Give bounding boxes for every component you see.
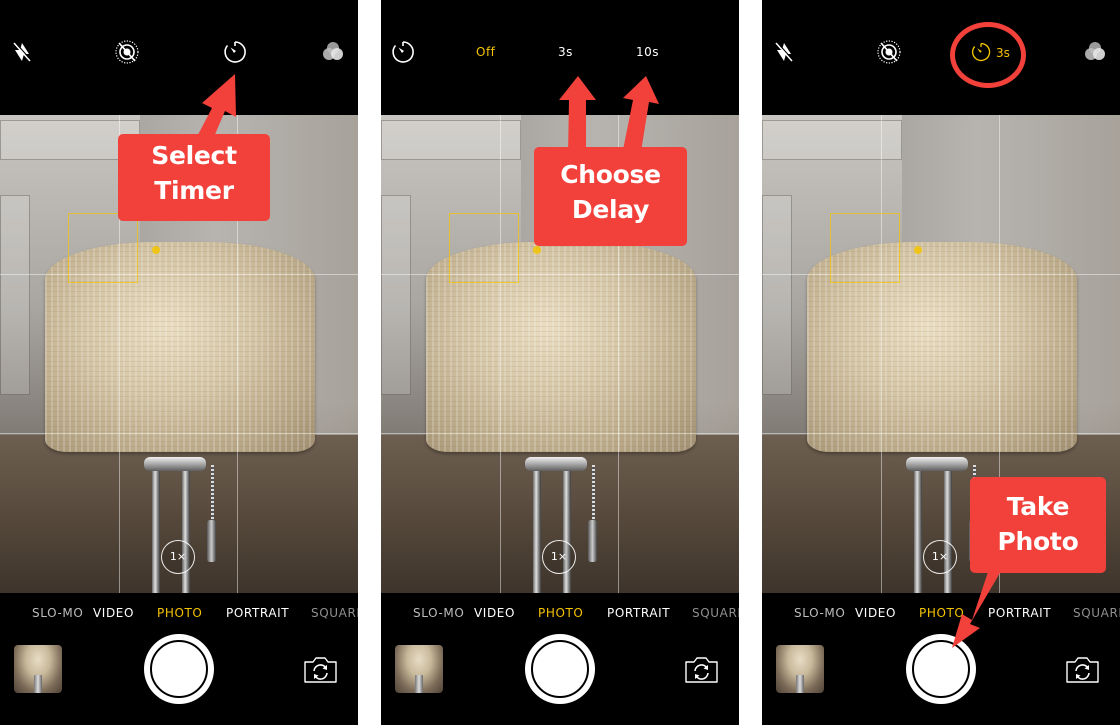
shutter-button[interactable] [144,634,214,704]
focus-box [830,213,900,283]
mode-selector: SLO-MO VIDEO PHOTO PORTRAIT SQUARE [381,600,739,626]
grid-line [381,274,739,275]
lamp-chain [592,465,595,521]
scene-board [762,195,792,395]
mode-photo[interactable]: PHOTO [919,606,964,620]
timer-option-3s[interactable]: 3s [558,45,573,59]
focus-box [449,213,519,283]
callout-line: Timer [154,176,234,205]
callout-take-photo: Take Photo [970,477,1106,573]
mode-square[interactable]: SQUARE [1073,606,1120,620]
filters-icon[interactable] [320,39,346,65]
mode-video[interactable]: VIDEO [474,606,515,620]
last-photo-thumbnail[interactable] [14,645,62,693]
flip-camera-icon[interactable] [302,655,339,685]
grid-line [0,274,358,275]
shutter-button[interactable] [906,634,976,704]
timer-option-off[interactable]: Off [476,45,495,59]
focus-box [68,213,138,283]
zoom-button[interactable]: 1× [542,540,576,574]
scene-board [381,195,411,395]
lamp-chain [211,465,214,521]
exposure-sun-icon[interactable] [533,246,541,254]
mode-photo[interactable]: PHOTO [538,606,583,620]
camera-top-bar: 3s [762,0,1120,115]
grid-line [500,115,501,593]
zoom-button[interactable]: 1× [923,540,957,574]
flash-off-icon[interactable] [771,39,797,65]
mode-portrait[interactable]: PORTRAIT [607,606,670,620]
grid-line [762,433,1120,434]
lamp-bracket [144,457,206,471]
grid-line [381,433,739,434]
mode-photo[interactable]: PHOTO [157,606,202,620]
callout-choose-delay: Choose Delay [534,147,687,246]
exposure-sun-icon[interactable] [152,246,160,254]
flash-off-icon[interactable] [9,39,35,65]
timer-option-10s[interactable]: 10s [636,45,659,59]
callout-line: Choose [560,160,661,189]
timer-icon[interactable] [222,39,248,65]
callout-line: Take [1006,492,1070,521]
grid-line [762,274,1120,275]
mode-slo-mo[interactable]: SLO-MO [794,606,845,620]
mode-square[interactable]: SQUARE [692,606,739,620]
zoom-button[interactable]: 1× [161,540,195,574]
camera-top-bar [0,0,358,115]
flip-camera-icon[interactable] [1064,655,1101,685]
scene-board [0,195,30,395]
mode-slo-mo[interactable]: SLO-MO [32,606,83,620]
lamp-pull [588,520,597,562]
grid-line [0,433,358,434]
callout-line: Delay [571,195,650,224]
callout-line: Select [151,141,237,170]
camera-top-bar: Off 3s 10s [381,0,739,115]
lamp-bracket [525,457,587,471]
live-photo-off-icon[interactable] [114,39,140,65]
mode-portrait[interactable]: PORTRAIT [226,606,289,620]
last-photo-thumbnail[interactable] [776,645,824,693]
grid-line [881,115,882,593]
timer-icon[interactable] [390,39,416,65]
mode-video[interactable]: VIDEO [855,606,896,620]
live-photo-off-icon[interactable] [876,39,902,65]
mode-portrait[interactable]: PORTRAIT [988,606,1051,620]
callout-select-timer: Select Timer [118,134,270,221]
mode-slo-mo[interactable]: SLO-MO [413,606,464,620]
lamp-pole [533,460,541,593]
panel-choose-delay: Off 3s 10s 1× SLO-MO VIDEO PHOTO PORTRAI… [381,0,739,725]
mode-selector: SLO-MO VIDEO PHOTO PORTRAIT SQUARE [762,600,1120,626]
lamp-pole [914,460,922,593]
exposure-sun-icon[interactable] [914,246,922,254]
mode-square[interactable]: SQUARE [311,606,358,620]
flip-camera-icon[interactable] [683,655,720,685]
last-photo-thumbnail[interactable] [395,645,443,693]
highlight-circle [950,22,1026,88]
lamp-bracket [906,457,968,471]
mode-video[interactable]: VIDEO [93,606,134,620]
mode-selector: SLO-MO VIDEO PHOTO PORTRAIT SQUARE [0,600,358,626]
lamp-pull [207,520,216,562]
shutter-button[interactable] [525,634,595,704]
panel-select-timer: 1× SLO-MO VIDEO PHOTO PORTRAIT SQUARE [0,0,358,725]
filters-icon[interactable] [1082,39,1108,65]
callout-line: Photo [997,527,1079,556]
lamp-pole [152,460,160,593]
panel-take-photo: 3s 1× SLO-MO VIDEO PHOTO PORTRAIT SQUARE [762,0,1120,725]
